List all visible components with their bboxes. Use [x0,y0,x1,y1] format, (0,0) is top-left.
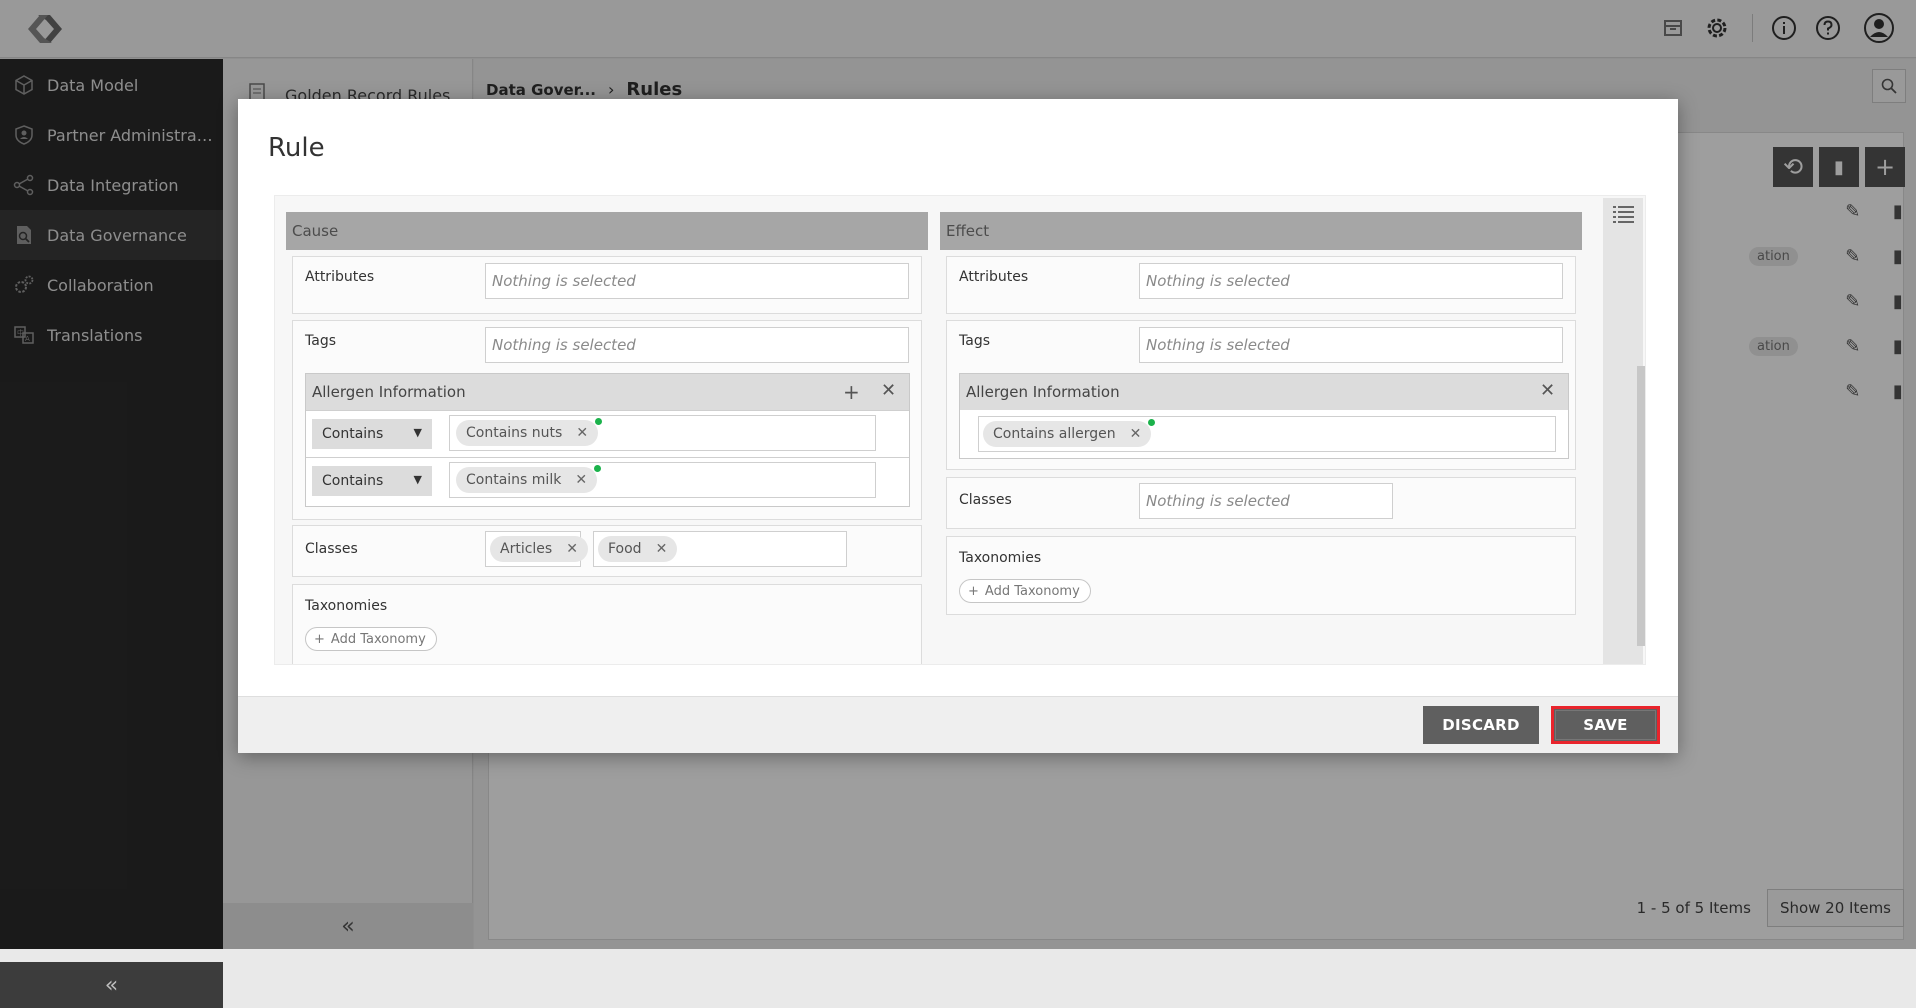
allergen-group-header: Allergen Information ✕ [960,374,1568,410]
caret-down-icon: ▼ [413,473,422,486]
chip-label: Contains milk [466,472,562,488]
dialog-title: Rule [268,133,325,163]
discard-button[interactable]: DISCARD [1423,706,1539,744]
close-icon[interactable]: ✕ [1540,380,1555,401]
status-dot-icon [1148,419,1156,426]
chip-label: Contains allergen [993,426,1116,442]
effect-taxonomies-row: Taxonomies + Add Taxonomy [946,536,1576,615]
cause-taxonomies-row: Taxonomies + Add Taxonomy [292,584,922,664]
scrollbar-thumb[interactable] [1637,366,1645,646]
allergen-condition-row: Contains ▼ Contains nuts ✕ [306,410,909,457]
value-chip: Contains allergen ✕ [983,419,1156,447]
class-chip: Articles ✕ [490,536,588,562]
remove-chip-icon[interactable]: ✕ [656,541,668,557]
operator-value: Contains [322,426,384,442]
cause-attributes-row: Attributes Nothing is selected [292,256,922,314]
effect-allergen-group: Allergen Information ✕ Contains allergen… [959,373,1569,459]
remove-chip-icon[interactable]: ✕ [575,472,587,488]
class-chip-container[interactable]: Food ✕ [593,531,847,567]
remove-chip-icon[interactable]: ✕ [576,425,588,441]
field-label: Tags [959,333,990,349]
class-chip-container[interactable]: Articles ✕ [485,531,588,567]
status-dot-icon [594,465,602,472]
caret-down-icon: ▼ [413,426,422,439]
allergen-group-title: Allergen Information [312,383,466,401]
effect-tags-row: Tags Nothing is selected Allergen Inform… [946,320,1576,470]
field-label: Attributes [305,269,375,285]
placeholder: Nothing is selected [1146,336,1290,354]
field-label: Classes [305,541,358,557]
class-chip: Food ✕ [598,536,678,562]
allergen-condition-row: Contains ▼ Contains milk ✕ [306,457,909,504]
cause-column: Cause [286,212,928,250]
plus-icon: + [968,583,979,599]
placeholder: Nothing is selected [492,272,636,290]
dialog-body: Cause Attributes Nothing is selected Tag… [274,195,1646,665]
field-label: Attributes [959,269,1029,285]
effect-tags-select[interactable]: Nothing is selected [1139,327,1563,363]
allergen-value-input[interactable]: Contains allergen ✕ [978,416,1556,452]
allergen-value-input[interactable]: Contains nuts ✕ [449,415,876,451]
remove-chip-icon[interactable]: ✕ [1130,426,1142,442]
allergen-group-header: Allergen Information + ✕ [306,374,909,410]
double-chevron-left-icon: « [104,972,119,998]
effect-attributes-row: Attributes Nothing is selected [946,256,1576,314]
placeholder: Nothing is selected [1146,492,1290,510]
add-taxonomy-button[interactable]: + Add Taxonomy [305,627,437,651]
effect-attributes-select[interactable]: Nothing is selected [1139,263,1563,299]
field-label: Taxonomies [305,598,388,614]
add-condition-icon[interactable]: + [843,380,860,404]
effect-classes-row: Classes Nothing is selected [946,477,1576,529]
plus-icon: + [314,631,325,647]
effect-header: Effect [940,212,1582,250]
chip-label: Food [608,541,642,557]
allergen-group-title: Allergen Information [966,383,1120,401]
dialog-footer: DISCARD SAVE [238,696,1678,753]
operator-value: Contains [322,473,384,489]
chip-label: Contains nuts [466,425,563,441]
outline-list-icon[interactable] [1612,204,1636,224]
placeholder: Nothing is selected [492,336,636,354]
close-icon[interactable]: ✕ [881,380,896,401]
cause-tags-select[interactable]: Nothing is selected [485,327,909,363]
cause-header: Cause [286,212,928,250]
chip-label: Articles [500,541,553,557]
sidebar-collapse-button[interactable]: « [0,962,223,1008]
rule-dialog: Rule Cause Attributes Nothing is selecte… [238,99,1678,753]
value-chip: Contains milk ✕ [456,465,602,493]
field-label: Taxonomies [959,550,1042,566]
allergen-value-input[interactable]: Contains milk ✕ [449,462,876,498]
cause-classes-row: Classes Articles ✕ Food ✕ [292,525,922,577]
save-button[interactable]: SAVE [1551,706,1660,744]
placeholder: Nothing is selected [1146,272,1290,290]
button-label: Add Taxonomy [330,631,426,647]
remove-chip-icon[interactable]: ✕ [566,541,578,557]
effect-classes-select[interactable]: Nothing is selected [1139,483,1393,519]
cause-allergen-group: Allergen Information + ✕ Contains ▼ Cont… [305,373,910,507]
operator-select[interactable]: Contains ▼ [312,419,432,449]
add-taxonomy-button[interactable]: + Add Taxonomy [959,579,1091,603]
field-label: Classes [959,492,1012,508]
cause-tags-row: Tags Nothing is selected Allergen Inform… [292,320,922,520]
button-label: Add Taxonomy [984,583,1080,599]
operator-select[interactable]: Contains ▼ [312,466,432,496]
cause-attributes-select[interactable]: Nothing is selected [485,263,909,299]
value-chip: Contains nuts ✕ [456,418,603,446]
effect-column: Effect [940,212,1582,250]
field-label: Tags [305,333,336,349]
status-dot-icon [595,418,603,425]
